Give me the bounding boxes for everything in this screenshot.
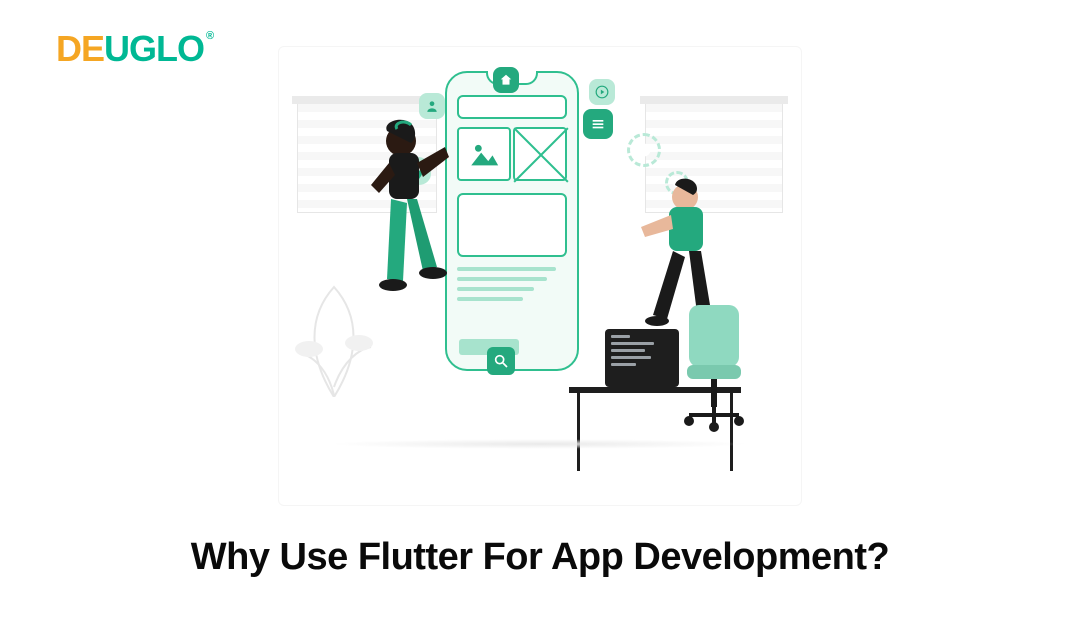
wireframe-text-lines [457, 267, 567, 307]
menu-icon [583, 109, 613, 139]
wireframe-body-card [457, 193, 567, 257]
wireframe-header-block [457, 95, 567, 119]
phone-wireframe [445, 71, 579, 371]
designer-figure [335, 119, 455, 387]
brand-logo: DEUGLO® [56, 28, 211, 70]
office-chair [669, 305, 757, 435]
home-icon [493, 67, 519, 93]
page-title: Why Use Flutter For App Development? [0, 536, 1080, 579]
wireframe-envelope-card [513, 127, 567, 181]
user-icon [419, 93, 445, 119]
floor-shadow [330, 439, 750, 449]
play-icon [589, 79, 615, 105]
illustration-canvas [279, 47, 801, 505]
search-icon [487, 347, 515, 375]
gear-icon [627, 133, 661, 167]
registered-mark: ® [206, 30, 213, 42]
wireframe-image-card [457, 127, 511, 181]
hero-illustration [278, 46, 802, 506]
logo-text-part1: DE [56, 28, 104, 70]
logo-text-part2: UGLO [104, 28, 204, 70]
image-icon [467, 137, 501, 171]
